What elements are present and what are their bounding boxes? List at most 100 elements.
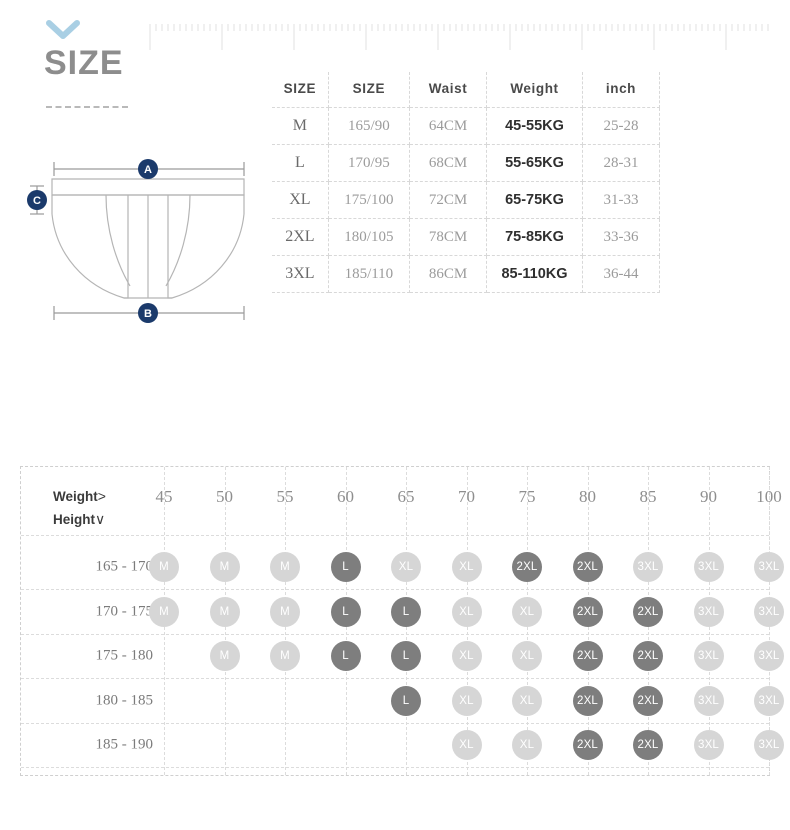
badge-a: A — [138, 159, 158, 179]
size-bubble: M — [209, 552, 240, 582]
size-bubble: 2XL — [572, 685, 603, 716]
cell-size: L — [272, 144, 329, 182]
column-header-size: SIZE — [272, 72, 329, 108]
cell-weight: 65-75KG — [486, 181, 583, 219]
badge-c: C — [27, 190, 47, 210]
grid-line-horizontal — [21, 589, 769, 591]
height-arrow-icon: ∨ — [95, 511, 106, 527]
weight-arrow-icon: > — [97, 488, 106, 504]
size-bubble: XL — [512, 641, 542, 671]
size-bubble: XL — [451, 552, 482, 582]
cell-inch: 31-33 — [582, 181, 661, 219]
grid-line-horizontal — [21, 633, 769, 635]
cell-size-code: 180/105 — [328, 218, 411, 256]
size-bubble: 2XL — [572, 596, 603, 627]
size-bubble: 2XL — [572, 730, 603, 760]
size-recommendation-matrix: Weight> Height∨ 45 50 55 60 65 70 75 80 85 90 100 1… — [20, 466, 784, 776]
size-bubble: L — [330, 596, 361, 627]
column-header-weight-45: 45 — [155, 487, 173, 506]
column-header-weight: Weight — [486, 72, 583, 108]
size-bubble: 3XL — [693, 730, 724, 760]
column-header-weight-100: 100 — [756, 487, 782, 506]
column-header-weight-90: 90 — [700, 487, 717, 506]
size-bubble: 2XL — [633, 596, 663, 627]
cell-size-code: 185/110 — [328, 255, 411, 293]
svg-text:B: B — [144, 308, 152, 320]
table-header-row: SIZE SIZE Waist Weight inch — [272, 72, 661, 108]
table-row: M 165/90 64CM 45-55KG 25-28 — [272, 107, 661, 145]
cell-waist: 78CM — [409, 218, 488, 256]
row-header-height: 170 - 175 — [95, 603, 154, 619]
size-bubble: 2XL — [512, 552, 542, 582]
size-bubble: 2XL — [572, 641, 603, 671]
cell-size-code: 165/90 — [328, 107, 411, 145]
size-bubble: 2XL — [633, 685, 663, 716]
size-bubble: M — [209, 596, 240, 627]
cell-waist: 72CM — [409, 181, 488, 219]
cell-waist: 68CM — [409, 144, 488, 182]
table-row: XL 175/100 72CM 65-75KG 31-33 — [272, 181, 661, 219]
cell-size: 3XL — [272, 255, 329, 293]
row-header-height: 175 - 180 — [95, 647, 154, 664]
size-bubble: L — [391, 596, 421, 627]
column-header-weight-70: 70 — [458, 487, 475, 506]
svg-text:A: A — [144, 164, 152, 176]
cell-inch: 28-31 — [582, 144, 661, 182]
column-header-size2: SIZE — [328, 72, 411, 108]
grid-line-horizontal — [21, 767, 769, 769]
size-bubble: 3XL — [754, 730, 784, 760]
column-header-weight-85: 85 — [639, 487, 657, 506]
cell-size-code: 170/95 — [328, 144, 411, 182]
size-bubble: XL — [451, 596, 482, 627]
column-header-weight-60: 60 — [337, 487, 354, 506]
column-header-weight-80: 80 — [579, 487, 596, 506]
page-title: SIZE — [44, 44, 124, 82]
size-bubble: 3XL — [693, 685, 724, 716]
size-bubble: 3XL — [754, 685, 784, 716]
size-bubble: M — [270, 641, 300, 671]
size-bubble: M — [270, 552, 300, 582]
row-header-height: 180 - 185 — [95, 692, 154, 708]
size-bubble: XL — [451, 685, 482, 716]
matrix-axis-legend: Weight> Height∨ — [53, 485, 106, 531]
axis-label-height: Height — [53, 512, 95, 527]
size-bubble: XL — [451, 641, 482, 671]
size-bubble: L — [391, 685, 421, 716]
size-bubble: XL — [512, 596, 542, 627]
cell-inch: 33-36 — [582, 218, 661, 256]
size-bubble: M — [209, 641, 240, 671]
cell-weight: 55-65KG — [486, 144, 583, 182]
column-header-weight-65: 65 — [397, 487, 415, 506]
size-bubble: XL — [512, 730, 542, 760]
size-bubble: M — [270, 596, 300, 627]
column-header-weight-50: 50 — [216, 487, 233, 506]
chevron-down-icon — [46, 20, 80, 39]
badge-b: B — [138, 303, 158, 323]
size-bubble: L — [391, 641, 421, 671]
size-bubble: L — [330, 552, 361, 582]
cell-weight: 75-85KG — [486, 218, 583, 256]
size-heading-block: SIZE — [42, 20, 262, 108]
svg-text:C: C — [33, 195, 41, 207]
size-bubble: 3XL — [754, 641, 784, 671]
size-bubble: 2XL — [633, 641, 663, 671]
row-header-height: 185 - 190 — [95, 736, 154, 753]
size-bubble: 3XL — [754, 552, 784, 582]
size-bubble: 3XL — [693, 552, 724, 582]
cell-size: XL — [272, 181, 329, 219]
cell-inch: 36-44 — [582, 255, 661, 293]
cell-size-code: 175/100 — [328, 181, 411, 219]
size-bubble: XL — [512, 685, 542, 716]
briefs-measurement-diagram: A B C — [27, 159, 245, 323]
size-bubble: XL — [391, 552, 421, 582]
cell-waist: 64CM — [409, 107, 488, 145]
grid-line-horizontal — [21, 722, 769, 724]
table-row: 3XL 185/110 86CM 85-110KG 36-44 — [272, 255, 661, 293]
size-bubble: L — [330, 641, 361, 671]
column-header-weight-75: 75 — [518, 487, 536, 506]
size-bubble: 2XL — [633, 730, 663, 760]
cell-weight: 85-110KG — [486, 255, 583, 293]
size-bubble: 3XL — [693, 641, 724, 671]
cell-size: 2XL — [272, 218, 329, 256]
row-header-height: 165 - 170 — [95, 558, 154, 575]
